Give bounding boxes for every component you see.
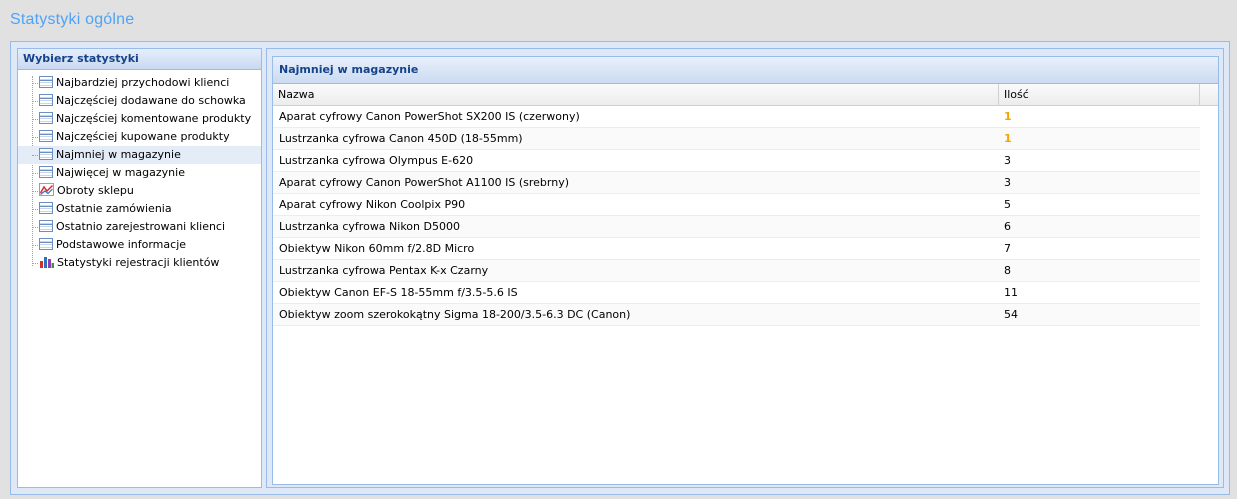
sidebar-item-label: Ostatnie zamówienia: [56, 202, 172, 215]
table-icon: [39, 130, 53, 142]
cell-qty: 3: [1004, 154, 1011, 167]
sidebar-item-label: Najczęściej dodawane do schowka: [56, 94, 246, 107]
sidebar-item-11[interactable]: Statystyki rejestracji klientów: [18, 254, 261, 272]
cell-name: Obiektyw zoom szerokokątny Sigma 18-200/…: [279, 308, 631, 321]
grid-header: Nazwa Ilość: [273, 84, 1218, 106]
table-row[interactable]: Aparat cyfrowy Canon PowerShot A1100 IS …: [273, 172, 1200, 194]
sidebar-item-label: Podstawowe informacje: [56, 238, 187, 251]
table-icon: [39, 238, 53, 250]
table-row[interactable]: Obiektyw zoom szerokokątny Sigma 18-200/…: [273, 304, 1200, 326]
sidebar-item-label: Statystyki rejestracji klientów: [57, 256, 220, 269]
statistics-selector-panel: Wybierz statystyki Najbardziej przychodo…: [17, 48, 262, 488]
sidebar-item-label: Najbardziej przychodowi klienci: [56, 76, 230, 89]
cell-qty: 1: [1004, 110, 1012, 123]
table-row[interactable]: Lustrzanka cyfrowa Nikon D5000 6: [273, 216, 1200, 238]
sidebar-item-1[interactable]: Najbardziej przychodowi klienci: [18, 74, 261, 92]
sidebar-item-label: Obroty sklepu: [57, 184, 134, 197]
sidebar-item-5[interactable]: Najmniej w magazynie: [18, 146, 261, 164]
sidebar-item-label: Ostatnio zarejestrowani klienci: [56, 220, 226, 233]
table-icon: [39, 94, 53, 106]
sidebar-item-6[interactable]: Najwięcej w magazynie: [18, 164, 261, 182]
table-icon: [39, 148, 53, 160]
cell-name: Obiektyw Nikon 60mm f/2.8D Micro: [279, 242, 475, 255]
cell-qty: 8: [1004, 264, 1011, 277]
table-row[interactable]: Lustrzanka cyfrowa Canon 450D (18-55mm) 1: [273, 128, 1200, 150]
table-row[interactable]: Obiektyw Canon EF-S 18-55mm f/3.5-5.6 IS…: [273, 282, 1200, 304]
cell-qty: 54: [1004, 308, 1018, 321]
cell-name: Aparat cyfrowy Canon PowerShot A1100 IS …: [279, 176, 570, 189]
table-icon: [39, 112, 53, 124]
cell-qty: 5: [1004, 198, 1011, 211]
sidebar-item-7[interactable]: Obroty sklepu: [18, 182, 261, 200]
statistics-container: Wybierz statystyki Najbardziej przychodo…: [10, 41, 1230, 495]
cell-name: Obiektyw Canon EF-S 18-55mm f/3.5-5.6 IS: [279, 286, 518, 299]
sidebar-item-9[interactable]: Ostatnio zarejestrowani klienci: [18, 218, 261, 236]
cell-name: Lustrzanka cyfrowa Pentax K-x Czarny: [279, 264, 489, 277]
sidebar-item-3[interactable]: Najczęściej komentowane produkty: [18, 110, 261, 128]
page-title: Statystyki ogólne: [10, 11, 135, 28]
column-header-qty[interactable]: Ilość: [999, 84, 1200, 105]
column-header-spacer: [1200, 84, 1218, 105]
cell-name: Aparat cyfrowy Canon PowerShot SX200 IS …: [279, 110, 580, 123]
statistics-tree: Najbardziej przychodowi klienci Najczęści…: [18, 70, 261, 272]
table-row[interactable]: Aparat cyfrowy Nikon Coolpix P90 5: [273, 194, 1200, 216]
grid-body: Aparat cyfrowy Canon PowerShot SX200 IS …: [273, 106, 1218, 326]
column-header-name[interactable]: Nazwa: [273, 84, 999, 105]
sidebar-item-label: Najmniej w magazynie: [56, 148, 181, 161]
sidebar-item-label: Najwięcej w magazynie: [56, 166, 185, 179]
bar-chart-icon: [40, 257, 54, 268]
table-row[interactable]: Lustrzanka cyfrowa Olympus E-620 3: [273, 150, 1200, 172]
table-row[interactable]: Obiektyw Nikon 60mm f/2.8D Micro 7: [273, 238, 1200, 260]
table-icon: [39, 220, 53, 232]
table-row[interactable]: Aparat cyfrowy Canon PowerShot SX200 IS …: [273, 106, 1200, 128]
sidebar-item-label: Najczęściej kupowane produkty: [56, 130, 230, 143]
cell-name: Lustrzanka cyfrowa Nikon D5000: [279, 220, 460, 233]
cell-qty: 7: [1004, 242, 1011, 255]
statistics-content-panel: Najmniej w magazynie Nazwa Ilość Aparat …: [266, 48, 1224, 488]
line-chart-icon: [39, 183, 54, 196]
cell-name: Lustrzanka cyfrowa Canon 450D (18-55mm): [279, 132, 523, 145]
table-icon: [39, 166, 53, 178]
table-icon: [39, 76, 53, 88]
sidebar-item-2[interactable]: Najczęściej dodawane do schowka: [18, 92, 261, 110]
stock-grid: Najmniej w magazynie Nazwa Ilość Aparat …: [272, 56, 1219, 485]
table-icon: [39, 202, 53, 214]
sidebar-item-8[interactable]: Ostatnie zamówienia: [18, 200, 261, 218]
table-row[interactable]: Lustrzanka cyfrowa Pentax K-x Czarny 8: [273, 260, 1200, 282]
cell-qty: 1: [1004, 132, 1012, 145]
cell-qty: 6: [1004, 220, 1011, 233]
cell-name: Aparat cyfrowy Nikon Coolpix P90: [279, 198, 466, 211]
grid-title: Najmniej w magazynie: [273, 57, 1218, 84]
sidebar-item-10[interactable]: Podstawowe informacje: [18, 236, 261, 254]
cell-qty: 3: [1004, 176, 1011, 189]
sidebar-item-4[interactable]: Najczęściej kupowane produkty: [18, 128, 261, 146]
cell-name: Lustrzanka cyfrowa Olympus E-620: [279, 154, 474, 167]
sidebar-item-label: Najczęściej komentowane produkty: [56, 112, 252, 125]
cell-qty: 11: [1004, 286, 1018, 299]
statistics-selector-title: Wybierz statystyki: [18, 49, 261, 70]
